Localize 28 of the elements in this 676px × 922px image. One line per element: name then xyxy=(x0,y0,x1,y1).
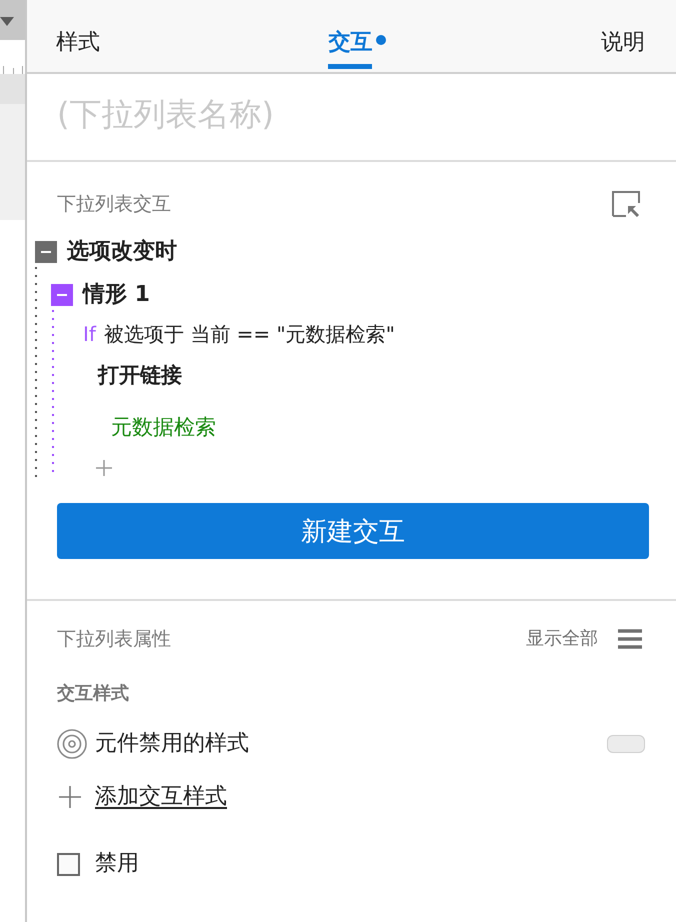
condition-text: 被选项于 当前 == "元数据检索" xyxy=(104,321,395,348)
subsection-title: 交互样式 xyxy=(57,682,129,706)
tab[interactable]: 说明 xyxy=(600,0,645,69)
add-icon[interactable] xyxy=(59,786,81,808)
section-title: 下拉列表属性 xyxy=(57,627,171,652)
section-title: 下拉列表交互 xyxy=(57,192,171,217)
tab[interactable]: 样式 xyxy=(56,0,100,69)
action-label: 打开链接 xyxy=(98,362,182,389)
popout-icon[interactable] xyxy=(612,191,640,217)
checkbox[interactable] xyxy=(57,852,80,876)
case-label: 情形 1 xyxy=(83,281,150,309)
menu-icon[interactable] xyxy=(618,629,642,649)
collapse-icon[interactable] xyxy=(51,284,73,306)
new-interaction-button[interactable]: 新建交互 xyxy=(57,503,649,559)
tab[interactable]: 交互 xyxy=(328,0,372,69)
link-target-text: 元数据检索 xyxy=(111,414,216,441)
style-label[interactable]: 元件禁用的样式 xyxy=(95,729,607,759)
target-icon xyxy=(57,729,87,759)
add-style-link[interactable]: 添加交互样式 xyxy=(95,782,227,812)
checkbox-label: 禁用 xyxy=(95,851,139,877)
add-icon[interactable] xyxy=(96,460,112,476)
caret-down-icon[interactable] xyxy=(0,16,14,26)
collapse-icon[interactable] xyxy=(35,241,57,263)
if-keyword: If xyxy=(83,321,96,348)
show-all-link[interactable]: 显示全部 xyxy=(526,625,598,653)
event-label: 选项改变时 xyxy=(67,238,177,266)
row-highlight xyxy=(0,74,25,104)
swatch-icon[interactable] xyxy=(607,735,645,753)
